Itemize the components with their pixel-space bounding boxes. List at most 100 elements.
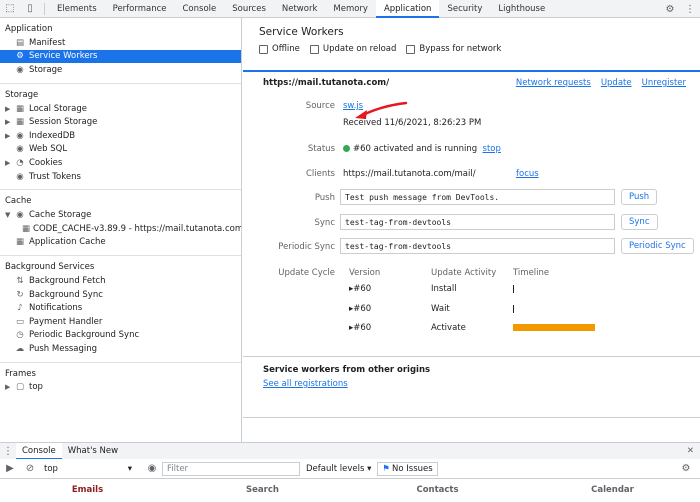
offline-checkbox[interactable]: Offline <box>259 44 300 54</box>
sync-input[interactable]: test-tag-from-devtools <box>340 214 615 230</box>
console-filter-input[interactable]: Filter <box>162 461 300 476</box>
update-link[interactable]: Update <box>601 78 632 88</box>
sidebar-item-notifications[interactable]: ♪ Notifications <box>0 301 241 315</box>
bell-icon: ♪ <box>17 303 23 314</box>
expand-arrow-icon[interactable]: ▶ <box>5 118 14 126</box>
default-levels-dropdown[interactable]: Default levels ▾ <box>306 464 371 474</box>
periodic-sync-input[interactable]: test-tag-from-devtools <box>340 238 615 254</box>
expand-arrow-icon[interactable]: ▶ <box>5 159 14 167</box>
nav-search[interactable]: Search <box>175 479 350 502</box>
section-background-services: Background Services <box>5 262 95 273</box>
push-input[interactable]: Test push message from DevTools. <box>340 189 615 205</box>
tab-elements[interactable]: Elements <box>49 0 105 18</box>
nav-emails[interactable]: Emails <box>0 479 175 502</box>
periodic-sync-label: Periodic Sync <box>278 242 335 252</box>
unregister-link[interactable]: Unregister <box>642 78 686 88</box>
tab-console-drawer[interactable]: Console <box>16 442 62 460</box>
tab-console[interactable]: Console <box>175 0 225 18</box>
sync-arrows-icon: ⇅ <box>16 275 24 286</box>
more-options-icon[interactable]: ⋮ <box>680 0 700 18</box>
tab-lighthouse[interactable]: Lighthouse <box>490 0 553 18</box>
inspect-icon[interactable]: ⬚ <box>0 0 20 18</box>
eye-icon[interactable]: ◉ <box>142 460 162 478</box>
sync-button[interactable]: Sync <box>621 214 658 230</box>
sidebar-item-background-fetch[interactable]: ⇅ Background Fetch <box>0 274 241 288</box>
database-icon: ◉ <box>16 64 24 75</box>
sidebar-item-background-sync[interactable]: ↻ Background Sync <box>0 288 241 302</box>
update-cycle-row[interactable]: ▸#60 <box>349 284 371 294</box>
running-status-icon <box>343 145 350 152</box>
sidebar-item-push-messaging[interactable]: ☁ Push Messaging <box>0 342 241 356</box>
sidebar-toggle-icon[interactable]: ▶ <box>0 460 20 478</box>
push-button[interactable]: Push <box>621 189 658 205</box>
version-header: Version <box>349 268 381 278</box>
sidebar-item-websql[interactable]: ◉ Web SQL <box>0 143 241 157</box>
network-requests-link[interactable]: Network requests <box>516 78 591 88</box>
sidebar-item-storage[interactable]: ◉ Storage <box>0 63 241 77</box>
expand-arrow-icon[interactable]: ▶ <box>5 383 14 391</box>
periodic-sync-button[interactable]: Periodic Sync <box>621 238 694 254</box>
checkbox-icon[interactable] <box>259 44 268 54</box>
sidebar-item-cache-storage[interactable]: ▼ ◉ Cache Storage <box>0 208 241 222</box>
nav-calendar[interactable]: Calendar <box>525 479 700 502</box>
update-on-reload-checkbox[interactable]: Update on reload <box>309 44 396 54</box>
options-row: Offline Update on reload Bypass for netw… <box>243 42 700 56</box>
issues-badge[interactable]: ⚑ No Issues <box>377 461 438 476</box>
devtools-tabbar: ⬚ ▯ Elements Performance Console Sources… <box>0 0 700 18</box>
section-frames: Frames <box>5 368 36 379</box>
clear-console-icon[interactable]: ⊘ <box>20 460 40 478</box>
sidebar-item-frame-top[interactable]: ▶ ▢ top <box>0 381 241 395</box>
issues-flag-icon: ⚑ <box>382 463 390 474</box>
console-settings-icon[interactable]: ⚙ <box>676 460 696 478</box>
tab-security[interactable]: Security <box>439 0 490 18</box>
expand-arrow-icon[interactable]: ▶ <box>5 132 14 140</box>
bypass-for-network-checkbox[interactable]: Bypass for network <box>406 44 501 54</box>
frame-icon: ▢ <box>15 382 25 393</box>
activity-activate: Activate <box>431 323 466 333</box>
sidebar-item-payment-handler[interactable]: ▭ Payment Handler <box>0 315 241 329</box>
checkbox-icon[interactable] <box>309 44 319 54</box>
database-icon: ◉ <box>16 130 24 141</box>
sidebar-item-local-storage[interactable]: ▶ ▦ Local Storage <box>0 102 241 116</box>
drawer-tabbar: ⋮ Console What's New ✕ <box>0 442 700 460</box>
sidebar-item-service-workers[interactable]: ⚙ Service Workers <box>0 49 241 64</box>
tab-whats-new[interactable]: What's New <box>62 443 124 460</box>
drawer-menu-icon[interactable]: ⋮ <box>0 442 16 460</box>
context-selector[interactable]: top ▾ <box>40 462 136 476</box>
settings-gear-icon[interactable]: ⚙ <box>660 0 680 18</box>
update-cycle-row[interactable]: ▸#60 <box>349 323 371 333</box>
sidebar-item-session-storage[interactable]: ▶ ▦ Session Storage <box>0 115 241 129</box>
nav-contacts[interactable]: Contacts <box>350 479 525 502</box>
stop-link[interactable]: stop <box>483 144 501 154</box>
push-label: Push <box>314 193 335 203</box>
sidebar-item-cookies[interactable]: ▶ ◔ Cookies <box>0 156 241 170</box>
origin-url: https://mail.tutanota.com/ <box>263 78 390 88</box>
section-storage: Storage <box>5 89 39 100</box>
divider <box>44 2 45 15</box>
received-time: Received 11/6/2021, 8:26:23 PM <box>343 118 482 128</box>
checkbox-icon[interactable] <box>406 44 416 54</box>
tab-performance[interactable]: Performance <box>105 0 175 18</box>
sidebar-item-application-cache[interactable]: ▦ Application Cache <box>0 236 241 250</box>
sidebar-item-periodic-background-sync[interactable]: ◷ Periodic Background Sync <box>0 329 241 343</box>
tab-network[interactable]: Network <box>274 0 326 18</box>
cookie-icon: ◔ <box>16 157 24 168</box>
tab-memory[interactable]: Memory <box>325 0 376 18</box>
sidebar-item-trust-tokens[interactable]: ◉ Trust Tokens <box>0 170 241 184</box>
service-worker-entry: https://mail.tutanota.com/ Network reque… <box>243 70 700 360</box>
sidebar-item-manifest[interactable]: ▤ Manifest <box>0 36 241 50</box>
expand-arrow-icon[interactable]: ▶ <box>5 105 14 113</box>
device-toggle-icon[interactable]: ▯ <box>20 0 40 18</box>
collapse-arrow-icon[interactable]: ▼ <box>5 211 14 219</box>
see-all-registrations-link[interactable]: See all registrations <box>263 379 348 389</box>
focus-link[interactable]: focus <box>516 169 539 179</box>
tab-sources[interactable]: Sources <box>224 0 274 18</box>
tab-application[interactable]: Application <box>375 0 440 18</box>
close-drawer-icon[interactable]: ✕ <box>687 443 694 460</box>
update-cycle-row[interactable]: ▸#60 <box>349 304 371 314</box>
timeline-header: Timeline <box>513 268 550 278</box>
clients-label: Clients <box>305 169 335 179</box>
other-origins-title: Service workers from other origins <box>263 365 431 375</box>
sidebar-item-code-cache[interactable]: ▦ CODE_CACHE-v3.89.9 - https://mail.tutan… <box>0 222 241 236</box>
sidebar-item-indexeddb[interactable]: ▶ ◉ IndexedDB <box>0 129 241 143</box>
